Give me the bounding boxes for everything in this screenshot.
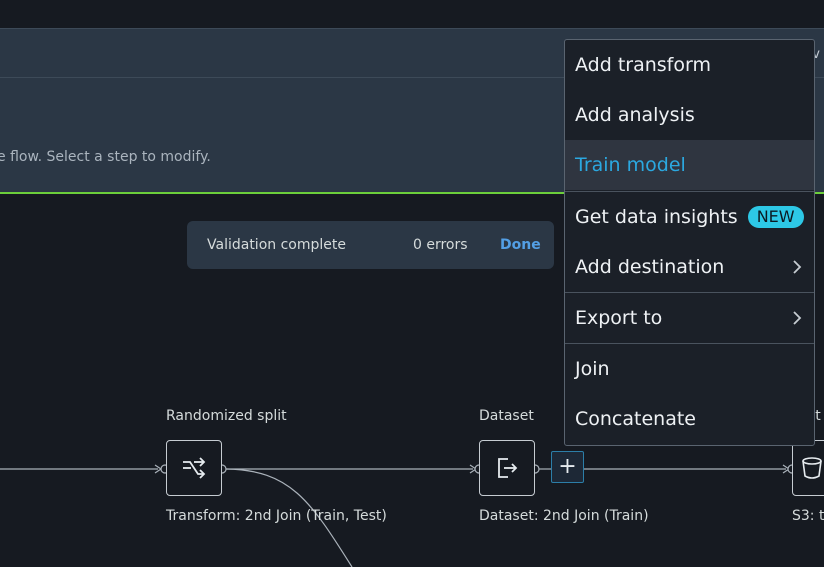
bucket-icon [802,457,822,479]
menu-item-add-transform[interactable]: Add transform [565,40,814,90]
split-node[interactable] [166,440,222,496]
menu-item-label: Concatenate [575,408,696,430]
menu-item-label: Export to [575,307,663,329]
menu-item-add-analysis[interactable]: Add analysis [565,90,814,140]
s3-node[interactable] [792,440,824,496]
s3-node-subtitle: S3: t [792,508,824,524]
menu-item-concatenate[interactable]: Concatenate [565,394,814,444]
menu-item-label: Add analysis [575,104,695,126]
chevron-right-icon [793,260,802,274]
menu-item-add-destination[interactable]: Add destination [565,242,814,292]
export-icon [498,458,518,478]
menu-item-get-data-insights[interactable]: Get data insights NEW [565,192,814,242]
menu-item-label: Add transform [575,54,711,76]
menu-item-join[interactable]: Join [565,344,814,394]
add-step-menu: Add transform Add analysis Train model G… [564,39,815,446]
dataset-node-title: Dataset [479,408,534,424]
menu-item-label: Join [575,358,610,380]
add-step-button[interactable]: + [551,451,584,483]
menu-item-label: Get data insights [575,206,738,228]
dataset-node-subtitle: Dataset: 2nd Join (Train) [479,508,649,524]
menu-item-export-to[interactable]: Export to [565,293,814,343]
menu-item-label: Add destination [575,256,725,278]
menu-item-label: Train model [575,154,686,176]
shuffle-icon [183,457,206,479]
chevron-right-icon [793,311,802,325]
split-node-subtitle: Transform: 2nd Join (Train, Test) [166,508,387,524]
menu-item-train-model[interactable]: Train model [565,140,814,190]
split-node-title: Randomized split [166,408,287,424]
new-badge: NEW [747,206,804,228]
dataset-node[interactable] [479,440,535,496]
